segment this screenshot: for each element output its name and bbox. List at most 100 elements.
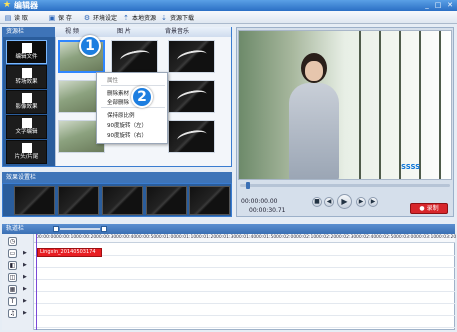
sidebar-item-text[interactable]: 文字编辑: [6, 115, 47, 139]
media-thumb[interactable]: [168, 40, 215, 73]
track-tool-music-icon[interactable]: ♫: [8, 309, 17, 318]
preview-video[interactable]: SSSS: [238, 30, 452, 180]
sidebar-item-label: 片头/片尾: [14, 154, 39, 160]
timeline-tick-label: 00:00:20: [76, 235, 97, 240]
playback-progress[interactable]: [240, 184, 450, 187]
timeline-tick-label: 00:01:40: [236, 235, 257, 240]
timeline-tick-label: 00:01:50: [256, 235, 277, 240]
menu-item-properties[interactable]: 属性: [107, 76, 118, 84]
open-button[interactable]: ▤ 读 取: [4, 12, 28, 23]
track-expand-icon[interactable]: ▶: [23, 286, 28, 292]
tab-music[interactable]: 背景音乐: [165, 27, 189, 37]
timeline-tick-label: 00:03:20: [436, 235, 457, 240]
timeline-tick-label: 00:00:30: [96, 235, 117, 240]
next-button[interactable]: ▶: [356, 197, 366, 207]
menu-separator: [101, 85, 165, 86]
menu-item-keep-ratio[interactable]: 保持原比例: [107, 111, 135, 119]
context-menu: 属性 删除素材 全部删除 保持原比例 90度旋转（左） 90度旋转（右）: [96, 72, 168, 144]
sidebar-item-effects[interactable]: 影像效果: [6, 90, 47, 114]
timeline-tick-label: 00:02:50: [376, 235, 397, 240]
prev-button[interactable]: ◀: [324, 197, 334, 207]
save-button[interactable]: ▣ 保 存: [48, 12, 72, 23]
sidebar-item-titles[interactable]: 片头/片尾: [6, 140, 47, 164]
track-lane[interactable]: [34, 305, 455, 316]
fence-bar: [379, 31, 381, 179]
play-button[interactable]: ▶: [337, 194, 352, 209]
track-lane[interactable]: [34, 281, 455, 292]
menu-item-delete-all[interactable]: 全部删除: [107, 98, 129, 106]
timeline-tick-label: 00:03:10: [416, 235, 437, 240]
download-button[interactable]: ⇣ 资源下载: [160, 12, 194, 23]
track-tool-text-icon[interactable]: T: [8, 297, 17, 306]
sidebar-item-label: 转场效果: [15, 79, 38, 85]
track-expand-icon[interactable]: ▶: [23, 298, 28, 304]
tab-video[interactable]: 视 频: [65, 27, 79, 37]
timeline-tick-label: 00:02:00: [276, 235, 297, 240]
titles-icon: [21, 143, 32, 153]
track-tool-image-icon[interactable]: ▦: [8, 285, 17, 294]
menu-item-rotate-left[interactable]: 90度旋转（左）: [107, 121, 147, 129]
stop-button[interactable]: ■: [312, 197, 322, 207]
sidebar-item-edit[interactable]: 编辑文件: [6, 40, 47, 64]
fence-bar: [399, 31, 401, 179]
menu-item-delete[interactable]: 删除素材: [107, 89, 129, 97]
app-logo-icon: ★: [3, 0, 12, 10]
fence-bar: [359, 31, 361, 179]
timeline-tick-label: 00:01:30: [216, 235, 237, 240]
timeline-clip[interactable]: Lingxin_20140503174: [37, 248, 102, 257]
open-label: 读 取: [14, 15, 28, 22]
import-button[interactable]: ⇡ 本地资源: [122, 12, 156, 23]
track-tool-effect-icon[interactable]: ◫: [8, 273, 17, 282]
media-thumb[interactable]: [168, 120, 215, 153]
preview-watermark: SSSS: [401, 163, 421, 171]
folder-open-icon: ▤: [4, 13, 12, 22]
track-expand-icon[interactable]: ▶: [23, 274, 28, 280]
track-tool-transition-icon[interactable]: ◧: [8, 261, 17, 270]
resource-tabs: 视 频 图 片 背景音乐: [55, 27, 231, 37]
import-label: 本地资源: [132, 15, 157, 22]
progress-handle[interactable]: [246, 182, 251, 189]
end-button[interactable]: ▶: [368, 197, 378, 207]
maximize-button[interactable]: □: [433, 1, 443, 10]
track-expand-icon[interactable]: ▶: [23, 310, 28, 316]
timeline-tick-label: 00:02:20: [316, 235, 337, 240]
app-title: 编辑器: [14, 1, 38, 10]
effect-thumb[interactable]: [146, 186, 187, 215]
effect-thumb[interactable]: [189, 186, 230, 215]
sidebar-item-transition[interactable]: 转场效果: [6, 65, 47, 89]
record-button[interactable]: ● 录制: [410, 203, 448, 214]
playhead[interactable]: [36, 234, 37, 330]
effect-thumb[interactable]: [14, 186, 55, 215]
media-thumb[interactable]: [168, 80, 215, 113]
tab-image[interactable]: 图 片: [117, 27, 131, 37]
effect-thumb[interactable]: [102, 186, 143, 215]
timeline-tick-label: 00:02:40: [356, 235, 377, 240]
close-button[interactable]: ✕: [445, 1, 455, 10]
settings-button[interactable]: ⚙ 环境设定: [83, 12, 117, 23]
track-lane[interactable]: [34, 257, 455, 268]
media-thumb[interactable]: [111, 40, 158, 73]
zoom-out-button[interactable]: [53, 226, 59, 232]
zoom-in-button[interactable]: [101, 226, 107, 232]
track-lane[interactable]: [34, 293, 455, 304]
track-tool-video-icon[interactable]: ▭: [8, 249, 17, 258]
menu-item-rotate-right[interactable]: 90度旋转（右）: [107, 131, 147, 139]
zoom-slider[interactable]: [60, 228, 100, 230]
timeline-tick-label: 00:01:20: [196, 235, 217, 240]
timeline-tick-label: 00:02:10: [296, 235, 317, 240]
image-effect-icon: [21, 93, 32, 103]
minimize-button[interactable]: _: [422, 1, 432, 10]
timeline-tick-label: 00:01:10: [176, 235, 197, 240]
track-expand-icon[interactable]: ▶: [23, 250, 28, 256]
edit-file-icon: [21, 43, 32, 53]
track-expand-icon[interactable]: ▶: [23, 262, 28, 268]
settings-icon: ⚙: [83, 13, 91, 22]
preview-subject: [289, 83, 339, 179]
track-lane[interactable]: [34, 317, 455, 328]
effect-thumb[interactable]: [58, 186, 99, 215]
step-badge-1: 1: [79, 35, 101, 57]
resource-panel-header: 资源栏: [2, 27, 55, 37]
track-tool-clock-icon[interactable]: ◷: [8, 237, 17, 246]
track-lane[interactable]: [34, 269, 455, 280]
title-bar: [0, 0, 457, 11]
